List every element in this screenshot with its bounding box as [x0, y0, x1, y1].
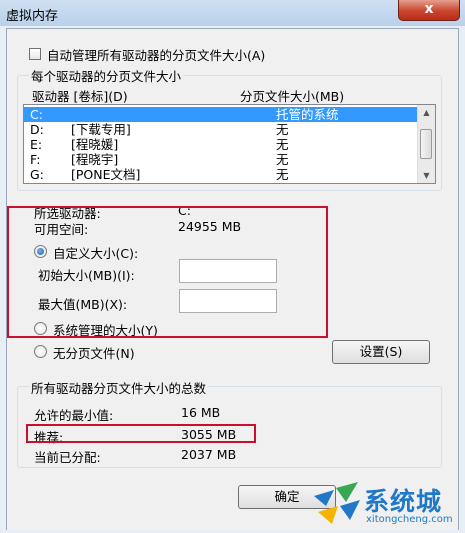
drive-paging-size: 无: [276, 122, 289, 137]
set-button[interactable]: 设置(S): [332, 340, 430, 364]
drive-volume-label: [程晓媛]: [71, 137, 119, 152]
drive-row-d[interactable]: D: [下载专用] 无: [24, 122, 418, 137]
drive-volume-label: [PONE文档]: [71, 167, 141, 182]
drive-volume-label: [下载专用]: [71, 122, 131, 137]
watermark-text: 系统城: [364, 487, 443, 516]
min-allowed-label: 允许的最小值:: [34, 408, 114, 423]
scroll-down-icon[interactable]: ▼: [418, 168, 435, 183]
drive-paging-size: 托管的系统: [276, 107, 339, 122]
auto-manage-label[interactable]: 自动管理所有驱动器的分页文件大小(A): [47, 45, 265, 64]
site-watermark: 系统城 xitongcheng.com: [308, 478, 465, 530]
per-drive-group-title: 每个驱动器的分页文件大小: [29, 66, 184, 85]
drive-letter: F:: [30, 152, 41, 167]
close-button[interactable]: x: [398, 0, 460, 21]
drive-letter: D:: [30, 122, 44, 137]
window-title: 虚拟内存: [6, 9, 59, 24]
no-paging-radio[interactable]: [34, 345, 47, 358]
drive-list[interactable]: C: 托管的系统 D: [下载专用] 无 E: [程晓媛] 无 F: [程晓宇]…: [23, 104, 436, 184]
drive-paging-size: 无: [276, 167, 289, 182]
drive-letter: C:: [30, 107, 43, 122]
drive-row-g[interactable]: G: [PONE文档] 无: [24, 167, 418, 182]
drive-letter: G:: [30, 167, 44, 182]
annotation-box-custom-size: [7, 206, 328, 338]
column-header-size: 分页文件大小(MB): [240, 89, 345, 104]
drive-list-scrollbar[interactable]: ▲ ▼: [417, 105, 435, 183]
scroll-up-icon[interactable]: ▲: [418, 105, 435, 120]
totals-group-title: 所有驱动器分页文件大小的总数: [29, 378, 209, 397]
drive-row-c[interactable]: C: 托管的系统: [24, 107, 418, 122]
drive-volume-label: [程晓宇]: [71, 152, 119, 167]
min-allowed-value: 16 MB: [181, 405, 221, 420]
column-header-drive: 驱动器 [卷标](D): [32, 89, 128, 104]
watermark-logo-icon: [314, 482, 360, 524]
drive-paging-size: 无: [276, 137, 289, 152]
allocated-label: 当前已分配:: [34, 450, 101, 465]
title-bar: 虚拟内存: [0, 0, 465, 26]
allocated-value: 2037 MB: [181, 447, 237, 462]
no-paging-label[interactable]: 无分页文件(N): [53, 343, 135, 362]
drive-letter: E:: [30, 137, 43, 152]
drive-row-f[interactable]: F: [程晓宇] 无: [24, 152, 418, 167]
watermark-url: xitongcheng.com: [366, 514, 453, 525]
scroll-thumb[interactable]: [420, 129, 432, 159]
auto-manage-checkbox[interactable]: [29, 48, 41, 60]
drive-row-e[interactable]: E: [程晓媛] 无: [24, 137, 418, 152]
annotation-box-recommended: [26, 424, 256, 443]
drive-paging-size: 无: [276, 152, 289, 167]
